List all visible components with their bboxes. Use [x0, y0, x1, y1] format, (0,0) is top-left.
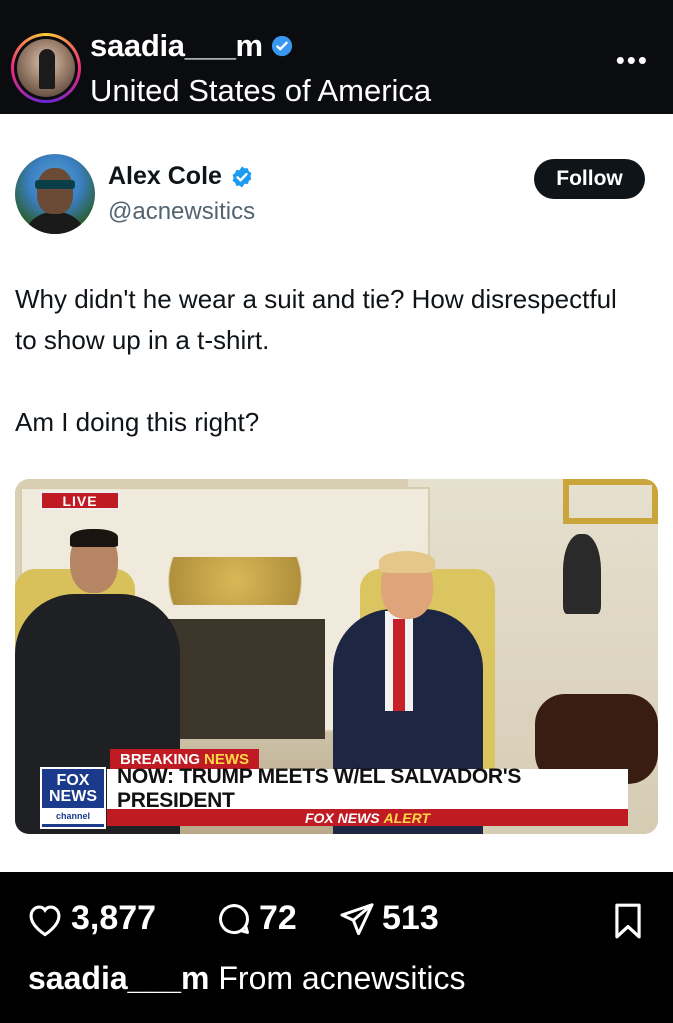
tweet-text: Why didn't he wear a suit and tie? How d… [15, 279, 635, 484]
share-count: 513 [382, 899, 439, 937]
tweet-media-image: LIVE BREAKING NEWS FOX NEWS channel NOW:… [15, 479, 658, 834]
post-username[interactable]: saadia___m [90, 28, 263, 64]
bust-statue [563, 534, 601, 614]
news-headline: NOW: TRUMP MEETS W/EL SALVADOR'S PRESIDE… [107, 765, 628, 812]
share-button[interactable]: 513 [338, 899, 439, 938]
tweet-card: Alex Cole @acnewsitics Follow Why didn't… [0, 114, 673, 872]
live-badge: LIVE [40, 491, 120, 510]
painting-frame [563, 479, 658, 524]
tweet-author-avatar [15, 154, 95, 234]
news-alert-bar: FOX NEWS ALERT [107, 809, 628, 826]
username-row: saadia___m [90, 28, 293, 64]
tweet-text-line: Am I doing this right? [15, 407, 260, 437]
post-header: saadia___m United States of America ••• [0, 0, 673, 114]
caption-text: From acnewsitics [218, 960, 466, 996]
tweet-author-row: Alex Cole [108, 162, 254, 191]
like-button[interactable]: 3,877 [25, 899, 156, 938]
tweet-text-line: Why didn't he wear a suit and tie? How d… [15, 284, 617, 355]
post-location[interactable]: United States of America [90, 73, 431, 109]
tweet-author-name: Alex Cole [108, 162, 222, 190]
more-options-icon[interactable]: ••• [616, 47, 649, 73]
follow-button: Follow [534, 159, 645, 199]
fox-news-logo: FOX NEWS channel [40, 767, 106, 829]
verified-icon [271, 35, 292, 57]
caption-username[interactable]: saadia___m [28, 960, 209, 996]
comment-count: 72 [259, 899, 297, 937]
post-actions: 3,877 72 513 saadia___m From acnewsitics [0, 872, 673, 1023]
comment-icon [219, 903, 249, 934]
avatar-image [17, 39, 75, 97]
tweet-author-handle: @acnewsitics [108, 198, 256, 225]
heart-icon [29, 904, 61, 936]
comment-button[interactable]: 72 [215, 899, 297, 938]
send-icon [340, 902, 374, 935]
like-count: 3,877 [71, 899, 157, 937]
post-caption: saadia___m From acnewsitics [28, 960, 466, 997]
profile-avatar[interactable] [11, 33, 81, 103]
verified-icon [232, 166, 252, 187]
bookmark-icon[interactable] [611, 902, 645, 940]
